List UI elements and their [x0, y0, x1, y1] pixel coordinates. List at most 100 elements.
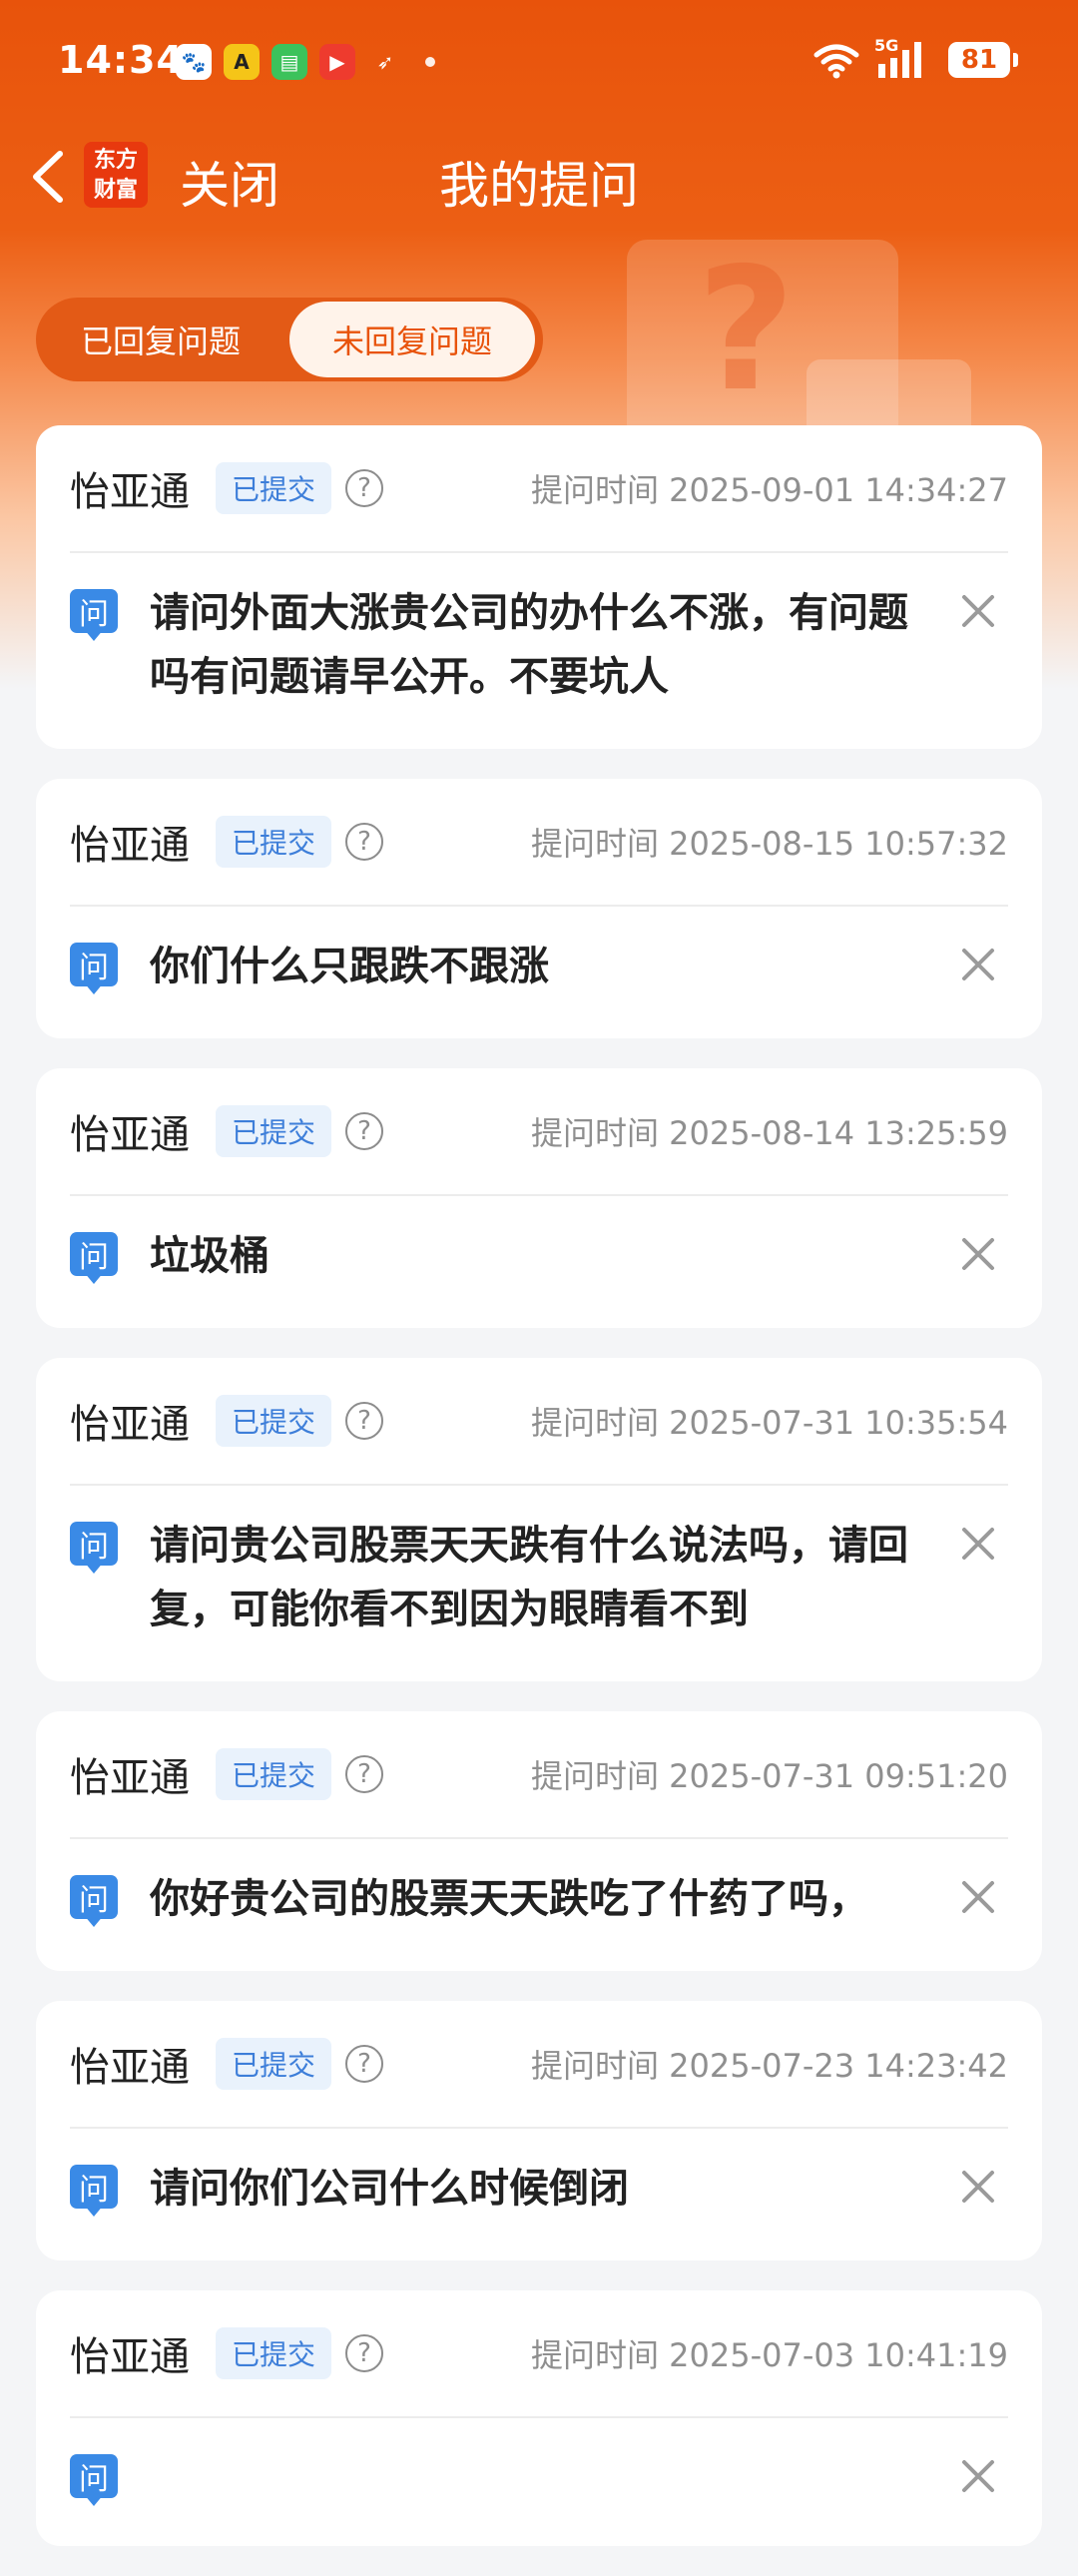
question-time: 提问时间 2025-08-15 10:57:32 — [530, 825, 1008, 863]
question-card[interactable]: 怡亚通 已提交 ? 提问时间 2025-08-14 13:25:59 问 垃圾桶 — [36, 1068, 1042, 1328]
delete-button[interactable] — [948, 2157, 1008, 2217]
company-name: 怡亚通 — [70, 1402, 190, 1448]
question-tabs: 已回复问题 未回复问题 — [36, 298, 543, 381]
battery-indicator: 81 — [948, 42, 1018, 78]
card-header: 怡亚通 已提交 ? 提问时间 2025-08-14 13:25:59 — [70, 1068, 1008, 1196]
question-time: 提问时间 2025-07-03 10:41:19 — [530, 2336, 1008, 2374]
question-icon: 问 — [70, 2454, 120, 2506]
yellow-app-icon: A — [224, 44, 260, 80]
question-card[interactable]: 怡亚通 已提交 ? 提问时间 2025-07-03 10:41:19 问 — [36, 2290, 1042, 2546]
status-badge: 已提交 — [216, 816, 332, 868]
question-time: 提问时间 2025-07-31 09:51:20 — [530, 1757, 1008, 1795]
card-header: 怡亚通 已提交 ? 提问时间 2025-07-31 09:51:20 — [70, 1711, 1008, 1839]
close-icon — [962, 1238, 994, 1270]
nav-bar: 东方 财富 关闭 我的提问 — [0, 124, 1078, 228]
question-icon-char: 问 — [70, 1232, 118, 1276]
help-icon[interactable]: ? — [345, 1755, 384, 1793]
tab-replied[interactable]: 已回复问题 — [36, 302, 285, 377]
help-icon[interactable]: ? — [345, 469, 384, 507]
company-name: 怡亚通 — [70, 469, 190, 515]
status-badge: 已提交 — [216, 1395, 332, 1447]
question-card[interactable]: 怡亚通 已提交 ? 提问时间 2025-07-31 09:51:20 问 你好贵… — [36, 1711, 1042, 1971]
company-name: 怡亚通 — [70, 823, 190, 869]
question-text: 你们什么只跟跌不跟涨 — [150, 944, 549, 989]
company-name: 怡亚通 — [70, 1755, 190, 1801]
question-icon-char: 问 — [70, 2454, 118, 2498]
question-time: 提问时间 2025-07-23 14:23:42 — [530, 2047, 1008, 2085]
question-text: 请问你们公司什么时候倒闭 — [150, 2166, 629, 2212]
status-badge: 已提交 — [216, 2327, 332, 2379]
video-app-icon: ▶ — [319, 44, 355, 80]
close-icon — [962, 949, 994, 980]
delete-button[interactable] — [948, 1867, 1008, 1927]
status-badge: 已提交 — [216, 1105, 332, 1157]
question-text: 请问贵公司股票天天跌有什么说法吗，请回复，可能你看不到因为眼睛看不到 — [150, 1523, 908, 1632]
card-body: 问 请问贵公司股票天天跌有什么说法吗，请回复，可能你看不到因为眼睛看不到 — [70, 1486, 1008, 1681]
question-icon: 问 — [70, 1875, 120, 1927]
question-icon: 问 — [70, 943, 120, 994]
card-header: 怡亚通 已提交 ? 提问时间 2025-07-23 14:23:42 — [70, 2001, 1008, 2129]
question-icon: 问 — [70, 589, 120, 641]
question-icon: 问 — [70, 1522, 120, 1574]
question-icon-char: 问 — [70, 2165, 118, 2209]
delete-button[interactable] — [948, 581, 1008, 641]
question-icon-char: 问 — [70, 1522, 118, 1566]
question-card[interactable]: 怡亚通 已提交 ? 提问时间 2025-07-23 14:23:42 问 请问你… — [36, 2001, 1042, 2260]
close-icon — [962, 595, 994, 627]
status-bar: 14:34 🐾 A ▤ ▶ ➶ 5G 81 — [0, 0, 1078, 124]
question-text: 垃圾桶 — [150, 1233, 270, 1279]
question-card[interactable]: 怡亚通 已提交 ? 提问时间 2025-08-15 10:57:32 问 你们什… — [36, 779, 1042, 1038]
help-icon[interactable]: ? — [345, 2045, 384, 2083]
close-icon — [962, 2171, 994, 2203]
signal-icon: 5G — [874, 36, 934, 80]
card-header: 怡亚通 已提交 ? 提问时间 2025-08-15 10:57:32 — [70, 779, 1008, 907]
question-time: 提问时间 2025-08-14 13:25:59 — [530, 1114, 1008, 1152]
close-icon — [962, 2460, 994, 2492]
close-icon — [962, 1881, 994, 1913]
close-icon — [962, 1528, 994, 1560]
status-badge: 已提交 — [216, 2038, 332, 2090]
question-text: 请问外面大涨贵公司的办什么不涨，有问题吗有问题请早公开。不要坑人 — [150, 590, 908, 700]
card-body: 问 请问外面大涨贵公司的办什么不涨，有问题吗有问题请早公开。不要坑人 — [70, 553, 1008, 749]
question-icon-char: 问 — [70, 589, 118, 633]
system-icons: 5G 81 — [812, 36, 1018, 80]
delete-button[interactable] — [948, 935, 1008, 994]
status-time: 14:34 — [58, 38, 184, 82]
question-time: 提问时间 2025-09-01 14:34:27 — [530, 471, 1008, 509]
delete-button[interactable] — [948, 1514, 1008, 1574]
card-body: 问 — [70, 2418, 1008, 2546]
question-time: 提问时间 2025-07-31 10:35:54 — [530, 1404, 1008, 1442]
question-list: 怡亚通 已提交 ? 提问时间 2025-09-01 14:34:27 问 请问外… — [36, 425, 1042, 2576]
help-icon[interactable]: ? — [345, 1402, 384, 1440]
question-icon: 问 — [70, 2165, 120, 2217]
question-card[interactable]: 怡亚通 已提交 ? 提问时间 2025-09-01 14:34:27 问 请问外… — [36, 425, 1042, 749]
delete-button[interactable] — [948, 2446, 1008, 2506]
question-icon-char: 问 — [70, 943, 118, 986]
card-body: 问 请问你们公司什么时候倒闭 — [70, 2129, 1008, 2260]
send-app-icon: ➶ — [376, 50, 394, 74]
notification-icons: 🐾 A ▤ ▶ ➶ — [176, 44, 435, 80]
help-icon[interactable]: ? — [345, 823, 384, 861]
help-icon[interactable]: ? — [345, 1112, 384, 1150]
status-badge: 已提交 — [216, 462, 332, 514]
card-body: 问 垃圾桶 — [70, 1196, 1008, 1328]
card-header: 怡亚通 已提交 ? 提问时间 2025-09-01 14:34:27 — [70, 425, 1008, 553]
question-text: 你好贵公司的股票天天跌吃了什药了吗， — [150, 1876, 868, 1922]
card-header: 怡亚通 已提交 ? 提问时间 2025-07-03 10:41:19 — [70, 2290, 1008, 2418]
delete-button[interactable] — [948, 1224, 1008, 1284]
card-body: 问 你们什么只跟跌不跟涨 — [70, 907, 1008, 1038]
message-app-icon: ▤ — [271, 44, 307, 80]
status-badge: 已提交 — [216, 1748, 332, 1800]
company-name: 怡亚通 — [70, 2045, 190, 2091]
more-notifications-dot — [425, 57, 435, 67]
question-card[interactable]: 怡亚通 已提交 ? 提问时间 2025-07-31 10:35:54 问 请问贵… — [36, 1358, 1042, 1681]
wifi-icon — [813, 44, 859, 79]
help-icon[interactable]: ? — [345, 2334, 384, 2372]
card-body: 问 你好贵公司的股票天天跌吃了什药了吗， — [70, 1839, 1008, 1971]
company-name: 怡亚通 — [70, 2334, 190, 2380]
baidu-app-icon: 🐾 — [176, 44, 212, 80]
question-icon-char: 问 — [70, 1875, 118, 1919]
question-icon: 问 — [70, 1232, 120, 1284]
tab-unreplied[interactable]: 未回复问题 — [289, 302, 535, 377]
company-name: 怡亚通 — [70, 1112, 190, 1158]
